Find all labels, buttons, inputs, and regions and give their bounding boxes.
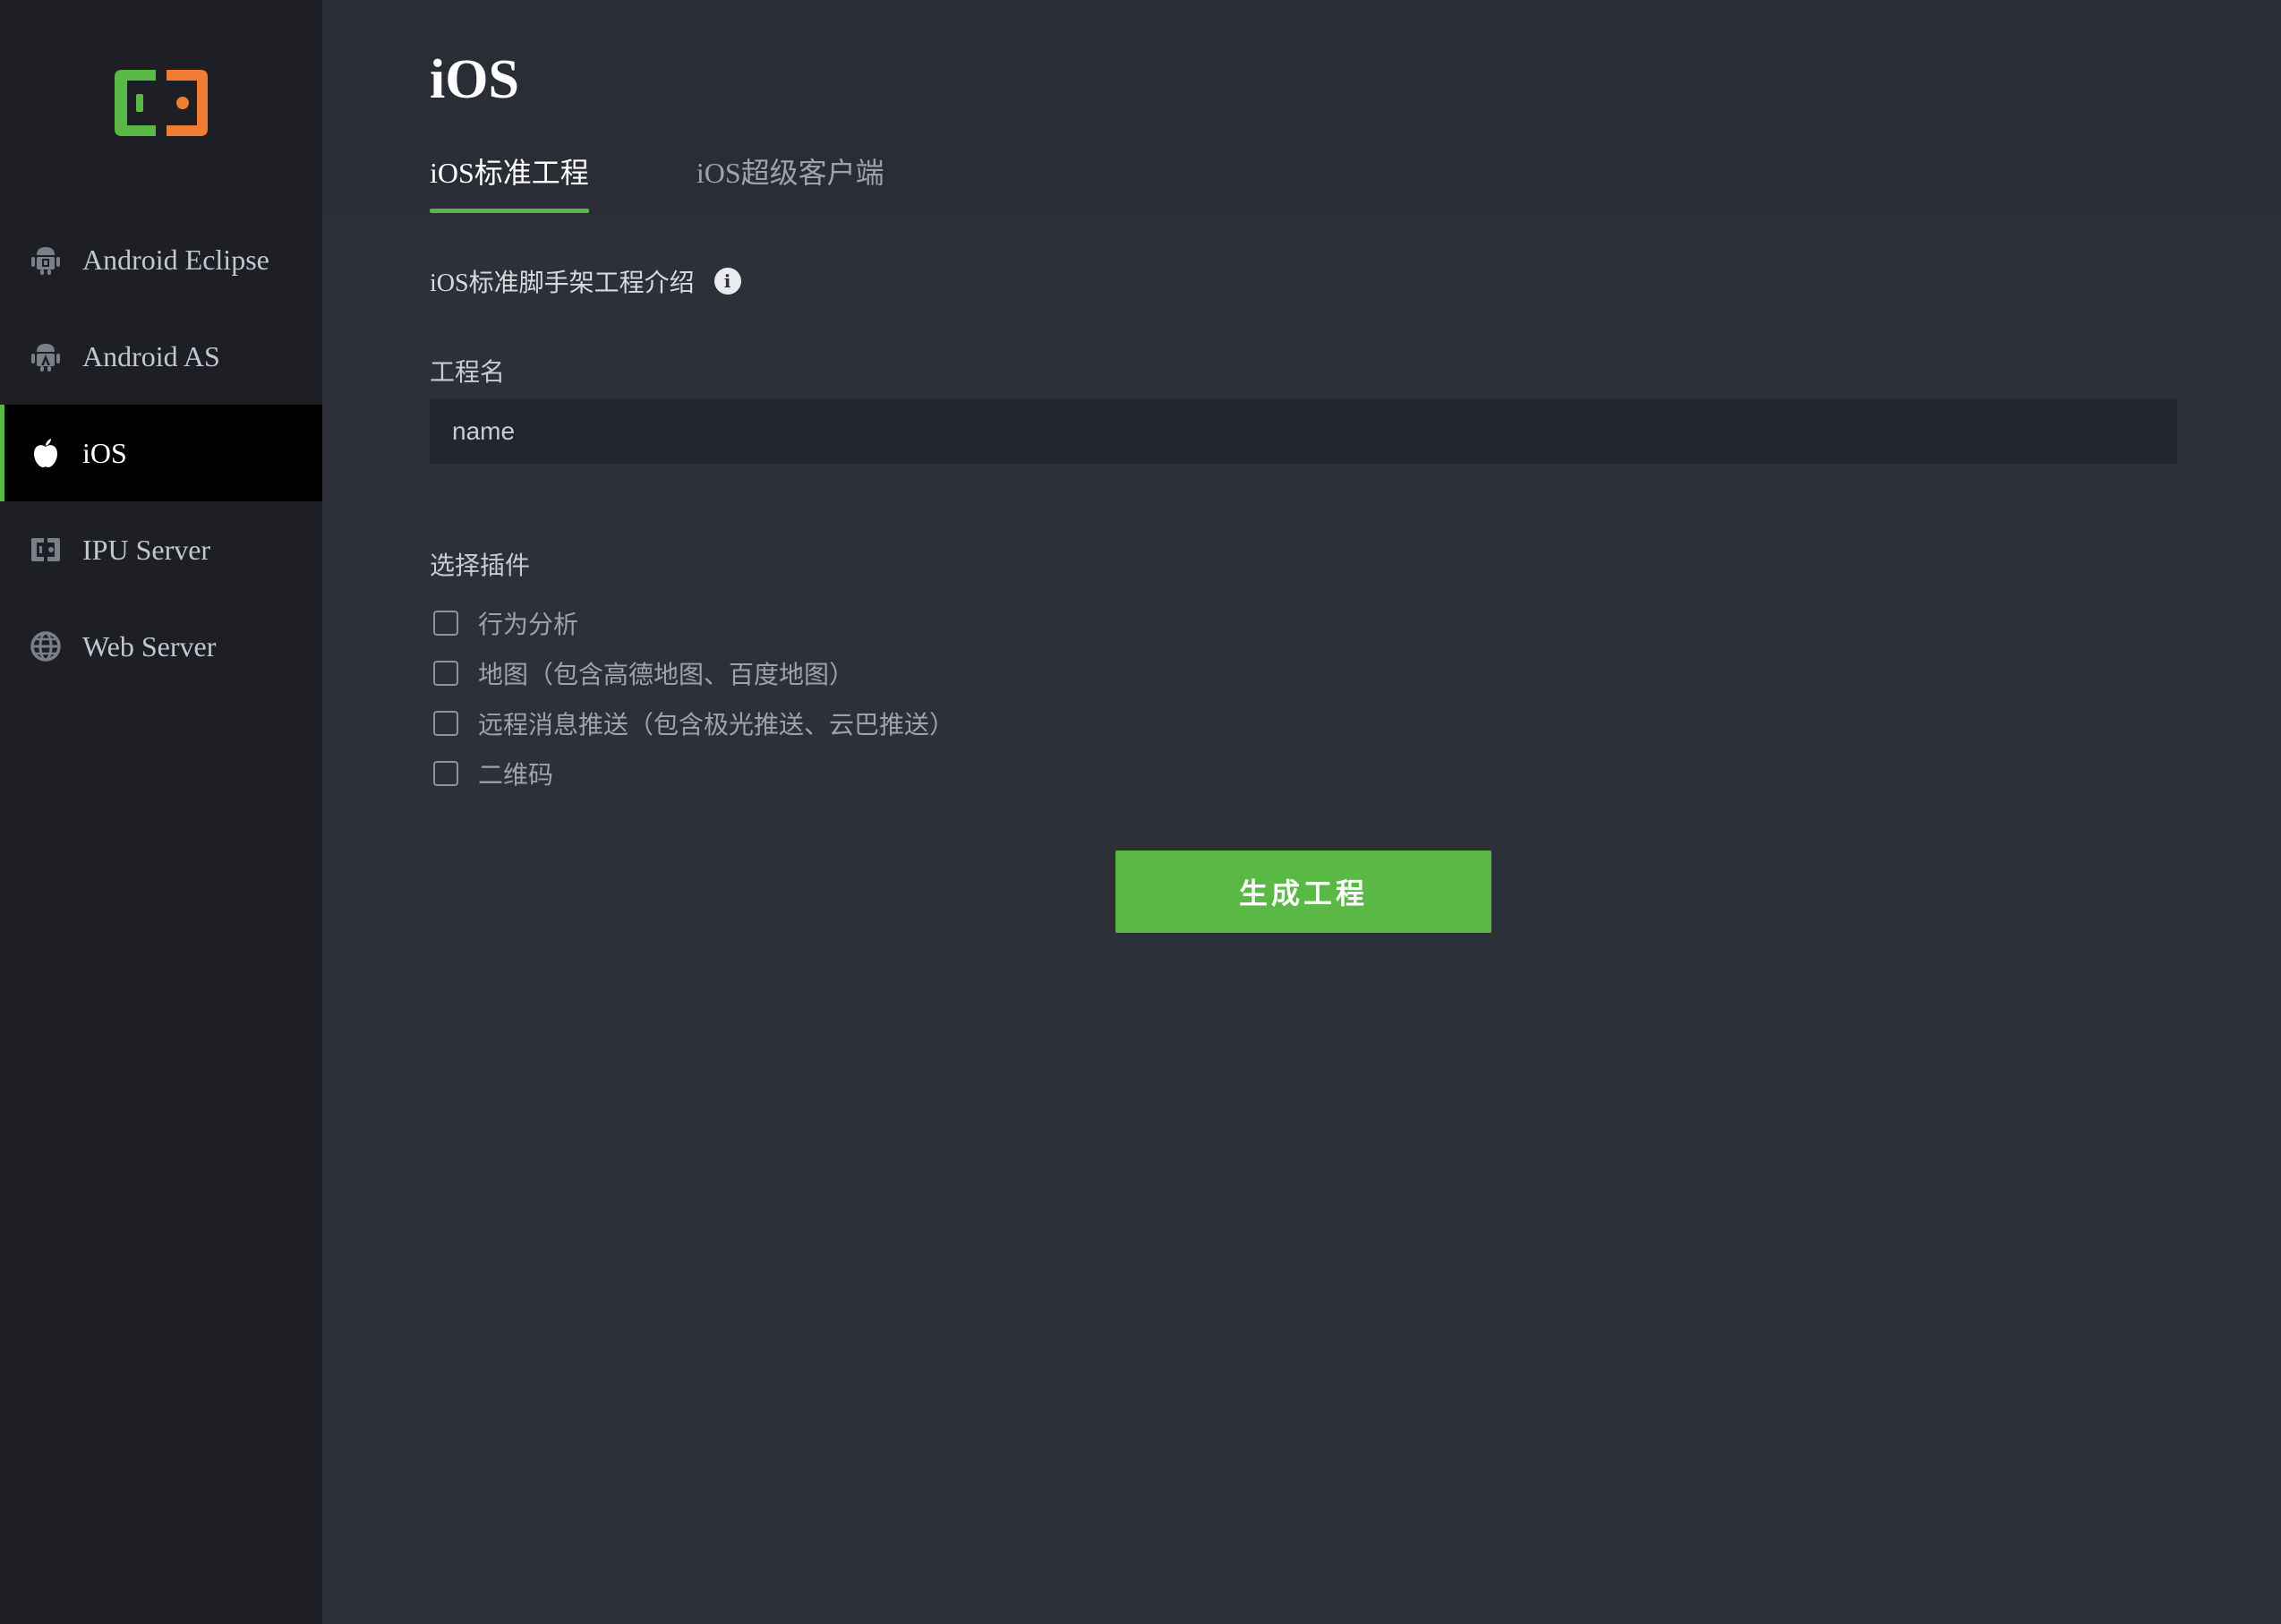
plugin-option-qrcode[interactable]: 二维码 (433, 748, 954, 799)
tab-bar: iOS标准工程 iOS超级客户端 (430, 150, 992, 213)
app-logo (109, 64, 213, 141)
plugin-list: 行为分析 地图（包含高德地图、百度地图） 远程消息推送（包含极光推送、云巴推送）… (433, 598, 954, 799)
plugin-label: 远程消息推送（包含极光推送、云巴推送） (478, 712, 955, 739)
plugins-label: 选择插件 (430, 552, 531, 580)
project-name-input[interactable] (430, 399, 2177, 464)
globe-icon (29, 629, 63, 663)
app-root: Android Eclipse Android AS iOS IPU Serve… (0, 0, 2281, 1624)
tab-ios-standard[interactable]: iOS标准工程 (430, 150, 589, 213)
plugin-label: 地图（包含高德地图、百度地图） (478, 662, 855, 689)
sidebar-item-label: Web Server (82, 629, 217, 662)
main-content: iOS iOS标准工程 iOS超级客户端 iOS标准脚手架工程介绍 i 工程名 … (322, 0, 2281, 1624)
sidebar-item-ios[interactable]: iOS (0, 405, 322, 501)
generate-project-button[interactable]: 生成工程 (1115, 850, 1491, 933)
sidebar-item-label: Android Eclipse (82, 243, 269, 276)
sidebar-nav: Android Eclipse Android AS iOS IPU Serve… (0, 211, 322, 695)
plugin-option-analytics[interactable]: 行为分析 (433, 598, 954, 648)
android-icon (29, 243, 63, 277)
plugin-option-push[interactable]: 远程消息推送（包含极光推送、云巴推送） (433, 698, 954, 748)
plugin-option-map[interactable]: 地图（包含高德地图、百度地图） (433, 648, 954, 698)
plugin-label: 二维码 (478, 762, 554, 790)
apple-icon (29, 436, 63, 470)
project-name-label: 工程名 (430, 359, 506, 387)
page-header: iOS iOS标准工程 iOS超级客户端 (322, 0, 2281, 215)
intro-text: iOS标准脚手架工程介绍 (430, 269, 695, 297)
tab-ios-super-client[interactable]: iOS超级客户端 (696, 150, 884, 211)
sidebar-item-label: IPU Server (82, 533, 211, 566)
sidebar: Android Eclipse Android AS iOS IPU Serve… (0, 0, 322, 1624)
checkbox[interactable] (433, 661, 458, 686)
intro-row: iOS标准脚手架工程介绍 i (430, 263, 741, 299)
page-title: iOS (430, 49, 519, 110)
sidebar-item-label: iOS (82, 436, 127, 469)
ipu-server-icon (29, 533, 63, 567)
checkbox[interactable] (433, 761, 458, 786)
info-icon[interactable]: i (713, 268, 741, 295)
sidebar-item-ipu-server[interactable]: IPU Server (0, 501, 322, 598)
sidebar-item-android-as[interactable]: Android AS (0, 308, 322, 405)
android-studio-icon (29, 339, 63, 373)
sidebar-item-web-server[interactable]: Web Server (0, 598, 322, 695)
checkbox[interactable] (433, 711, 458, 736)
sidebar-item-android-eclipse[interactable]: Android Eclipse (0, 211, 322, 308)
plugin-label: 行为分析 (478, 611, 579, 639)
checkbox[interactable] (433, 611, 458, 636)
sidebar-item-label: Android AS (82, 339, 220, 372)
